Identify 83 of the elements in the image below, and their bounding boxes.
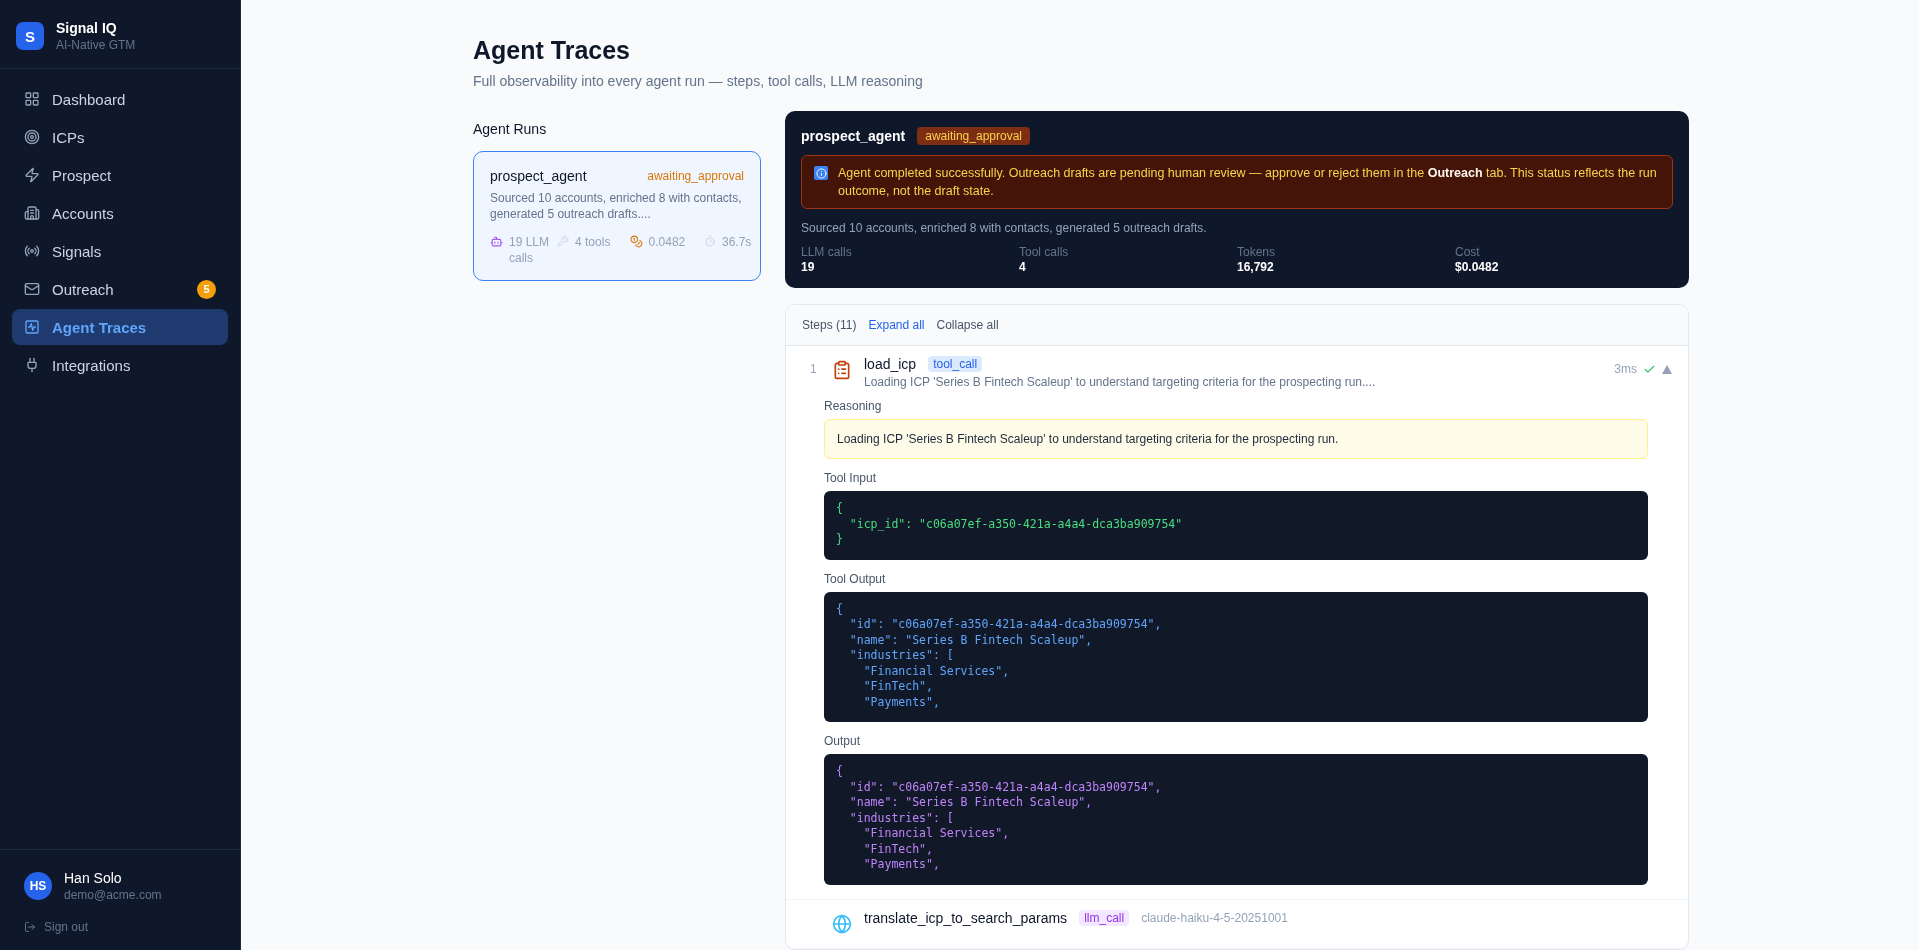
clipboard-icon: [832, 360, 852, 380]
nav-label: Dashboard: [52, 90, 127, 108]
logout-icon: [24, 921, 36, 933]
run-name: prospect_agent: [490, 168, 587, 184]
llm-calls-stat: 19 LLM calls: [509, 234, 550, 266]
brand-tagline: AI-Native GTM: [56, 38, 136, 52]
step-type-tag: tool_call: [928, 356, 983, 372]
code-block: { "id": "c06a07ef-a350-421a-a4a4-dca3ba909754", "name": "Series B Fintech Scaleup", "industries": [ "Financial Services", "FinTech", "Payments",: [824, 591, 1648, 722]
target-icon: [24, 129, 40, 145]
stat-value: 16,792: [1237, 260, 1275, 274]
sign-out-link[interactable]: Sign out: [24, 920, 216, 934]
stat-label: Tokens: [1237, 245, 1277, 259]
reasoning-text: Loading ICP 'Series B Fintech Scaleup' to understand targeting criteria for the prospecting run.: [824, 419, 1648, 459]
wrench-icon: [557, 235, 570, 247]
model-name: claude-haiku-4-5-20251001: [1141, 910, 1288, 925]
brand-name: Signal IQ: [56, 20, 118, 36]
run-status: awaiting_approval: [647, 169, 744, 183]
building-icon: [24, 205, 40, 221]
coins-icon: [629, 235, 643, 248]
nav-label: Prospect: [52, 166, 113, 184]
steps-count: Steps (11): [802, 318, 857, 332]
stat-label: Cost: [1455, 245, 1481, 259]
nav-label: Integrations: [52, 356, 132, 374]
runs-heading: Agent Runs: [473, 121, 548, 137]
code-block: { "id": "c06a07ef-a350-421a-a4a4-dca3ba909754", "name": "Series B Fintech Scaleup", "industries": [ "Financial Services", "FinTech", "Payments",: [824, 754, 1648, 885]
section-label: Tool Output: [824, 571, 887, 586]
step-name: translate_icp_to_search_params: [864, 909, 1068, 926]
broadcast-icon: [24, 243, 40, 259]
user-avatar: HS: [24, 872, 52, 900]
timer-icon: [704, 235, 716, 247]
stat-value: 4: [1019, 260, 1027, 274]
mail-icon: [24, 281, 40, 297]
step-number: 1: [810, 362, 818, 376]
nav-label: ICPs: [52, 128, 86, 146]
step-summary: Loading ICP 'Series B Fintech Scaleup' to understand targeting criteria for the prospecting run....: [864, 375, 1377, 389]
step-type-tag: llm_call: [1079, 909, 1130, 926]
run-detail-summary: Sourced 10 accounts, enriched 8 with contacts, generated 5 outreach drafts.: [801, 221, 1208, 235]
user-email: demo@acme.com: [64, 888, 162, 902]
code-block: { "icp_id": "c06a07ef-a350-421a-a4a4-dca3ba909754" }: [824, 491, 1648, 560]
nav-item[interactable]: Signals: [12, 233, 228, 269]
nav-label: Accounts: [52, 204, 115, 222]
grid-icon: [24, 91, 40, 107]
user-name: Han Solo: [64, 870, 123, 886]
page-title: Agent Traces: [473, 36, 631, 65]
nav-item[interactable]: Accounts: [12, 195, 228, 231]
globe-icon: [832, 913, 852, 934]
run-title: prospect_agent: [801, 128, 906, 144]
step-name: load_icp: [864, 356, 917, 372]
info-icon: [814, 166, 828, 180]
robot-icon: [490, 235, 503, 248]
collapse-all-button[interactable]: Collapse all: [936, 318, 999, 332]
run-summary: Sourced 10 accounts, enriched 8 with contacts, generated 5 outreach drafts....: [490, 190, 743, 222]
section-label: Tool Input: [824, 471, 878, 485]
stat-label: Tool calls: [1019, 245, 1070, 259]
nav-item[interactable]: Outreach 5: [12, 271, 228, 307]
page-subtitle: Full observability into every agent run — steps, tool calls, LLM reasoning: [473, 73, 924, 89]
section-label: Reasoning: [824, 399, 883, 413]
status-pill: awaiting_approval: [917, 127, 1030, 145]
nav-item[interactable]: ICPs: [12, 119, 228, 155]
nav-item[interactable]: Integrations: [12, 347, 228, 383]
expand-all-button[interactable]: Expand all: [868, 318, 925, 332]
lightning-icon: [24, 167, 40, 183]
tools-stat: 4 tools: [575, 234, 611, 250]
nav-item[interactable]: Prospect: [12, 157, 228, 193]
nav-item[interactable]: Agent Traces: [12, 309, 228, 345]
nav-label: Agent Traces: [52, 318, 148, 336]
nav-label: Outreach: [52, 280, 115, 298]
stat-value: 19: [801, 260, 816, 274]
stat-value: $0.0482: [1455, 260, 1500, 274]
plug-icon: [24, 357, 40, 373]
step-duration: 3ms: [1614, 362, 1637, 376]
cost-stat: 0.0482: [648, 234, 686, 250]
run-card[interactable]: prospect_agent awaiting_approval Sourced 10 accounts, enriched 8 with contacts, generated 5 outreach drafts.... 19 LLM calls 4 tools 0.0482 36.7s: [473, 151, 761, 281]
notice-text: Agent completed successfully. Outreach drafts are pending human review — approve or reject them in the Outreach tab. This status reflects the run outcome, not the draft state.: [838, 165, 1658, 200]
duration-stat: 36.7s: [722, 234, 752, 250]
brand-logo: S: [16, 22, 44, 50]
stat-label: LLM calls: [801, 245, 853, 259]
collapse-caret-icon[interactable]: [1662, 364, 1672, 374]
count-badge: 5: [197, 279, 216, 299]
nav-item[interactable]: Dashboard: [12, 81, 228, 117]
activity-icon: [24, 319, 40, 335]
nav-label: Signals: [52, 242, 103, 260]
section-label: Output: [824, 734, 862, 748]
